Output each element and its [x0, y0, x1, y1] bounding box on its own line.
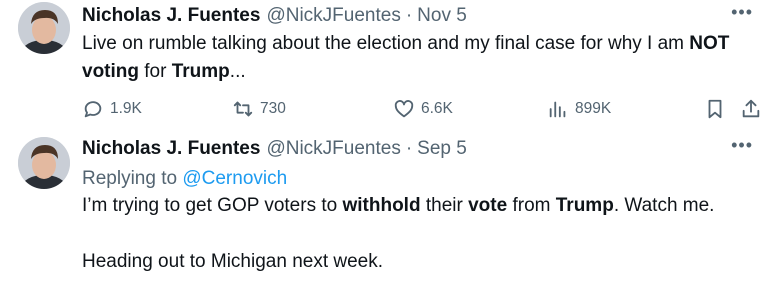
separator: ·	[405, 138, 413, 159]
like-button[interactable]: 6.6K	[393, 98, 453, 120]
bold-text: NOT	[689, 33, 730, 54]
replying-to-label: Replying to	[82, 168, 183, 189]
author-handle[interactable]: @NickJFuentes	[266, 138, 400, 160]
tweet-text: I’m trying to get GOP voters to withhold…	[82, 192, 759, 276]
text-segment: ...	[229, 61, 246, 82]
author-name[interactable]: Nicholas J. Fuentes	[82, 138, 260, 160]
reply-count: 1.9K	[110, 100, 142, 117]
mention-link[interactable]: @Cernovich	[182, 168, 287, 189]
tweet-text: Live on rumble talking about the electio…	[82, 30, 759, 86]
bold-text: vote	[468, 195, 508, 216]
bold-text: Trump	[171, 61, 230, 82]
analytics-icon	[549, 101, 566, 118]
action-bar: 1.9K 730 6.6K 899K	[0, 98, 773, 126]
repost-icon	[233, 101, 253, 117]
share-icon	[742, 99, 760, 118]
repost-count: 730	[260, 100, 286, 117]
tweet-header: Nicholas J. Fuentes @NickJFuentes · Sep …	[82, 136, 763, 162]
bold-text: withhold	[342, 195, 421, 216]
author-handle[interactable]: @NickJFuentes	[266, 5, 400, 27]
heart-icon	[394, 100, 414, 118]
reply-button[interactable]: 1.9K	[82, 98, 142, 120]
timeline: Nicholas J. Fuentes @NickJFuentes · Nov …	[0, 0, 773, 287]
bold-text: Trump	[555, 195, 614, 216]
views-button[interactable]: 899K	[547, 98, 611, 120]
bold-text: voting	[82, 61, 139, 82]
repost-button[interactable]: 730	[232, 98, 286, 120]
replying-to: Replying to @Cernovich	[82, 166, 287, 192]
tweet-date[interactable]: Nov 5	[417, 5, 467, 27]
share-button[interactable]	[740, 98, 762, 120]
tweet[interactable]: Nicholas J. Fuentes @NickJFuentes · Sep …	[0, 132, 773, 287]
tweet[interactable]: Nicholas J. Fuentes @NickJFuentes · Nov …	[0, 0, 773, 132]
avatar[interactable]	[18, 2, 70, 54]
more-horizontal-icon[interactable]: •••	[731, 136, 753, 154]
like-count: 6.6K	[421, 100, 453, 117]
separator: ·	[405, 5, 413, 26]
bookmark-icon	[708, 99, 722, 119]
text-segment: for	[139, 61, 172, 82]
view-count: 899K	[575, 100, 612, 117]
text-segment: Live on rumble talking about the electio…	[82, 33, 690, 54]
text-segment: . Watch me.	[613, 195, 715, 216]
tweet-date[interactable]: Sep 5	[417, 138, 467, 160]
text-segment: I’m trying to get GOP voters to	[82, 195, 343, 216]
text-line: I’m trying to get GOP voters to withhold…	[82, 192, 759, 220]
text-line: Heading out to Michigan next week.	[82, 251, 384, 272]
text-segment: from	[507, 195, 556, 216]
avatar[interactable]	[18, 137, 70, 189]
tweet-header: Nicholas J. Fuentes @NickJFuentes · Nov …	[82, 3, 763, 29]
more-horizontal-icon[interactable]: •••	[731, 3, 753, 21]
author-name[interactable]: Nicholas J. Fuentes	[82, 5, 260, 27]
text-segment: their	[420, 195, 469, 216]
reply-icon	[84, 101, 102, 118]
bookmark-button[interactable]	[704, 98, 726, 120]
